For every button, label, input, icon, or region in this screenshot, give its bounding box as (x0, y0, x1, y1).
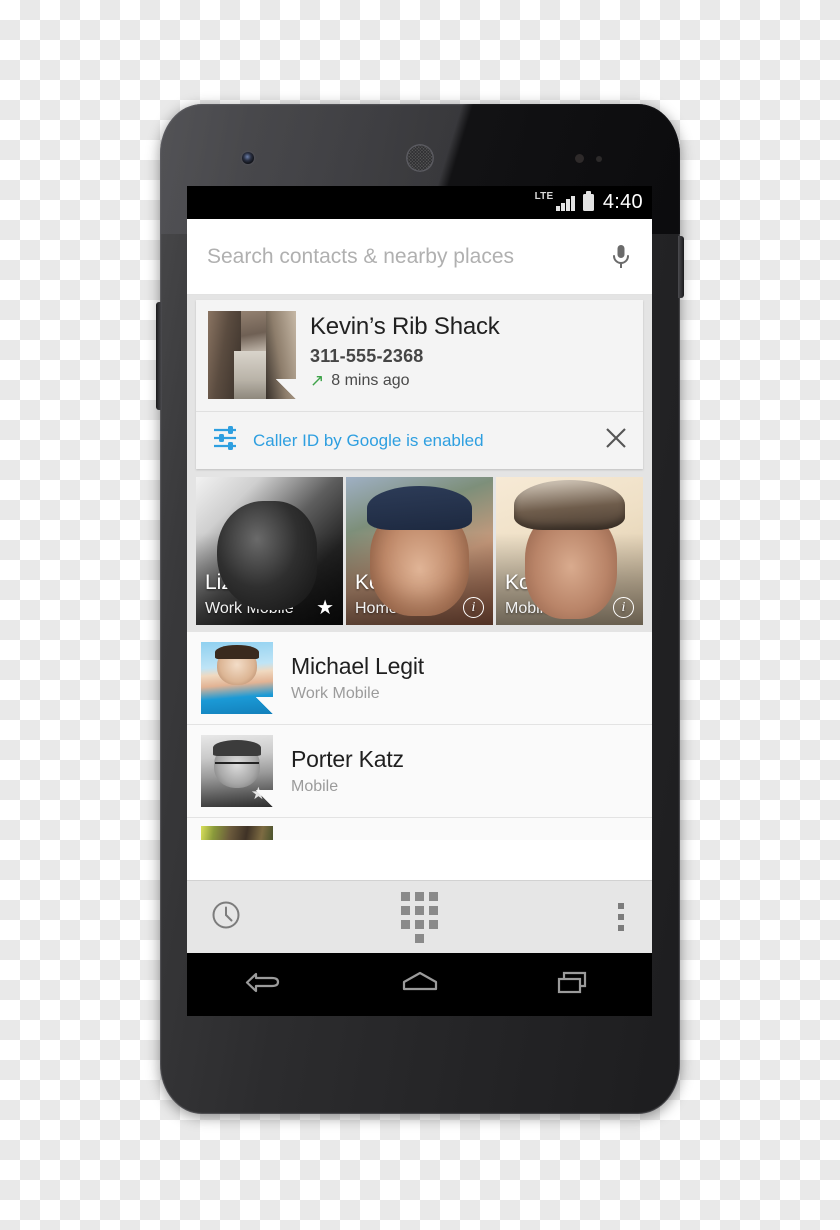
dialpad-icon[interactable] (400, 891, 438, 943)
power-button[interactable] (678, 236, 684, 298)
back-button[interactable] (187, 967, 342, 1002)
contact-name: Porter Katz (291, 746, 404, 772)
light-sensor-icon (596, 156, 602, 162)
favorite-name: Kevin (355, 571, 408, 594)
back-icon[interactable] (242, 967, 288, 1002)
caller-id-notice[interactable]: Caller ID by Google is enabled (196, 412, 643, 469)
favorite-tile[interactable]: Liza Work Mobile ★ (196, 477, 343, 625)
favorite-name: Koa (505, 571, 543, 594)
earpiece-speaker-icon (406, 144, 434, 172)
caller-time-row: ↗ 8 mins ago (310, 372, 500, 390)
recent-apps-icon[interactable] (552, 967, 598, 1002)
caller-card[interactable]: Kevin’s Rib Shack 311-555-2368 ↗ 8 mins … (196, 300, 643, 469)
overflow-menu-button[interactable] (499, 903, 652, 931)
caller-details: Kevin’s Rib Shack 311-555-2368 ↗ 8 mins … (296, 311, 500, 399)
dialpad-button[interactable] (340, 891, 498, 943)
tile-art (366, 485, 473, 531)
contact-avatar (201, 826, 273, 840)
volume-rocker-button[interactable] (156, 302, 162, 410)
phone-screen: LTE 4:40 Search contacts & nearby places… (187, 186, 652, 1016)
caller-id-label: Caller ID by Google is enabled (253, 430, 484, 450)
favorite-tile[interactable]: Koa Mobile i (496, 477, 643, 625)
tile-art (513, 479, 626, 531)
contact-list: Michael Legit Work Mobile ★ Porter Katz … (187, 632, 652, 840)
favorite-subtitle: Mobile (505, 600, 553, 617)
contact-name: Michael Legit (291, 653, 424, 679)
clock-recents-icon[interactable] (211, 900, 241, 935)
status-clock: 4:40 (602, 191, 643, 213)
contact-list-item[interactable]: ★ Porter Katz Mobile (187, 725, 652, 818)
outgoing-call-arrow-icon: ↗ (310, 370, 325, 390)
signal-bars-icon (556, 195, 575, 211)
recent-apps-button[interactable] (497, 967, 652, 1002)
proximity-sensor-icon (575, 154, 584, 163)
info-icon[interactable]: i (613, 597, 634, 618)
contact-text: Michael Legit Work Mobile (273, 653, 424, 703)
favorite-name: Liza (205, 571, 244, 594)
android-nav-bar (187, 953, 652, 1016)
caller-time: 8 mins ago (331, 372, 410, 389)
contact-text: Porter Katz Mobile (273, 746, 404, 796)
overflow-menu-icon[interactable] (617, 903, 624, 931)
contact-list-item[interactable] (187, 818, 652, 840)
info-icon[interactable]: i (463, 597, 484, 618)
contact-subtitle: Mobile (291, 778, 339, 795)
microphone-icon[interactable] (604, 243, 638, 271)
app-bottom-toolbar (187, 880, 652, 953)
favorite-subtitle: Home (355, 600, 398, 617)
contact-list-item[interactable]: Michael Legit Work Mobile (187, 632, 652, 725)
smartphone-device: LTE 4:40 Search contacts & nearby places… (156, 104, 684, 1114)
caller-summary-row[interactable]: Kevin’s Rib Shack 311-555-2368 ↗ 8 mins … (196, 300, 643, 412)
lte-label: LTE (534, 191, 554, 202)
caller-thumbnail (208, 311, 296, 399)
favorite-subtitle: Work Mobile (205, 600, 294, 617)
search-input[interactable] (207, 244, 604, 269)
recents-tab[interactable] (187, 900, 340, 935)
caller-name: Kevin’s Rib Shack (310, 313, 500, 340)
caller-phone-number: 311-555-2368 (310, 346, 424, 366)
sliders-settings-icon (211, 425, 239, 456)
contact-avatar: ★ (201, 735, 273, 807)
close-x-icon[interactable] (603, 425, 629, 456)
home-icon[interactable] (397, 967, 443, 1002)
favorites-strip: Liza Work Mobile ★ Kevin Home i Koa Mobi… (187, 477, 652, 632)
star-icon[interactable]: ★ (316, 598, 334, 618)
home-button[interactable] (342, 967, 497, 1002)
battery-full-icon (582, 191, 594, 211)
contact-subtitle: Work Mobile (291, 685, 380, 702)
favorite-tile[interactable]: Kevin Home i (346, 477, 493, 625)
caller-card-container: Kevin’s Rib Shack 311-555-2368 ↗ 8 mins … (187, 295, 652, 477)
status-bar: LTE 4:40 (187, 186, 652, 219)
search-bar[interactable] (187, 219, 652, 295)
front-camera-icon (242, 152, 254, 164)
contact-avatar (201, 642, 273, 714)
